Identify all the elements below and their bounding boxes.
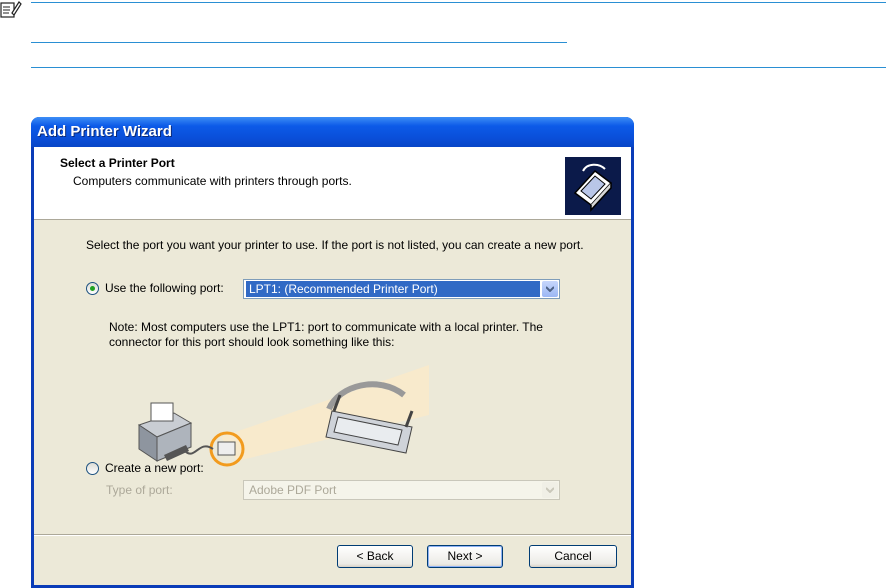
port-dropdown-arrow[interactable] (542, 281, 558, 297)
create-new-port-label[interactable]: Create a new port: (105, 461, 204, 475)
printer-port-icon (565, 157, 621, 215)
type-of-port-value: Adobe PDF Port (249, 483, 337, 497)
top-rule (31, 2, 886, 3)
type-of-port-dropdown-arrow[interactable] (542, 482, 558, 498)
page-subtitle: Computers communicate with printers thro… (73, 174, 352, 188)
button-separator (34, 534, 631, 536)
port-note-text: Note: Most computers use the LPT1: port … (109, 320, 543, 349)
next-button[interactable]: Next > (427, 545, 503, 568)
add-printer-wizard-window: Add Printer Wizard Select a Printer Port… (31, 117, 634, 588)
use-following-port-radio[interactable] (86, 282, 99, 295)
create-new-port-radio[interactable] (86, 462, 99, 475)
bottom-rule (31, 67, 886, 68)
intro-text: Select the port you want your printer to… (86, 238, 584, 252)
cancel-button[interactable]: Cancel (529, 545, 617, 568)
port-select-value: LPT1: (Recommended Printer Port) (246, 281, 540, 297)
type-of-port-select[interactable]: Adobe PDF Port (243, 480, 560, 500)
page-title: Select a Printer Port (60, 156, 175, 170)
middle-rule (31, 42, 567, 43)
lpt-connector-illustration (137, 365, 429, 467)
title-bar[interactable]: Add Printer Wizard (31, 117, 634, 147)
window-title: Add Printer Wizard (37, 123, 172, 140)
port-select[interactable]: LPT1: (Recommended Printer Port) (243, 279, 560, 299)
chevron-down-icon (546, 487, 554, 493)
back-button[interactable]: < Back (337, 545, 413, 568)
dialog-client-area: Select a Printer Port Computers communic… (34, 147, 631, 585)
use-following-port-label[interactable]: Use the following port: (105, 281, 224, 295)
type-of-port-label: Type of port: (106, 483, 173, 497)
chevron-down-icon (546, 286, 554, 292)
note-icon (0, 1, 22, 18)
wizard-header: Select a Printer Port Computers communic… (34, 147, 631, 220)
